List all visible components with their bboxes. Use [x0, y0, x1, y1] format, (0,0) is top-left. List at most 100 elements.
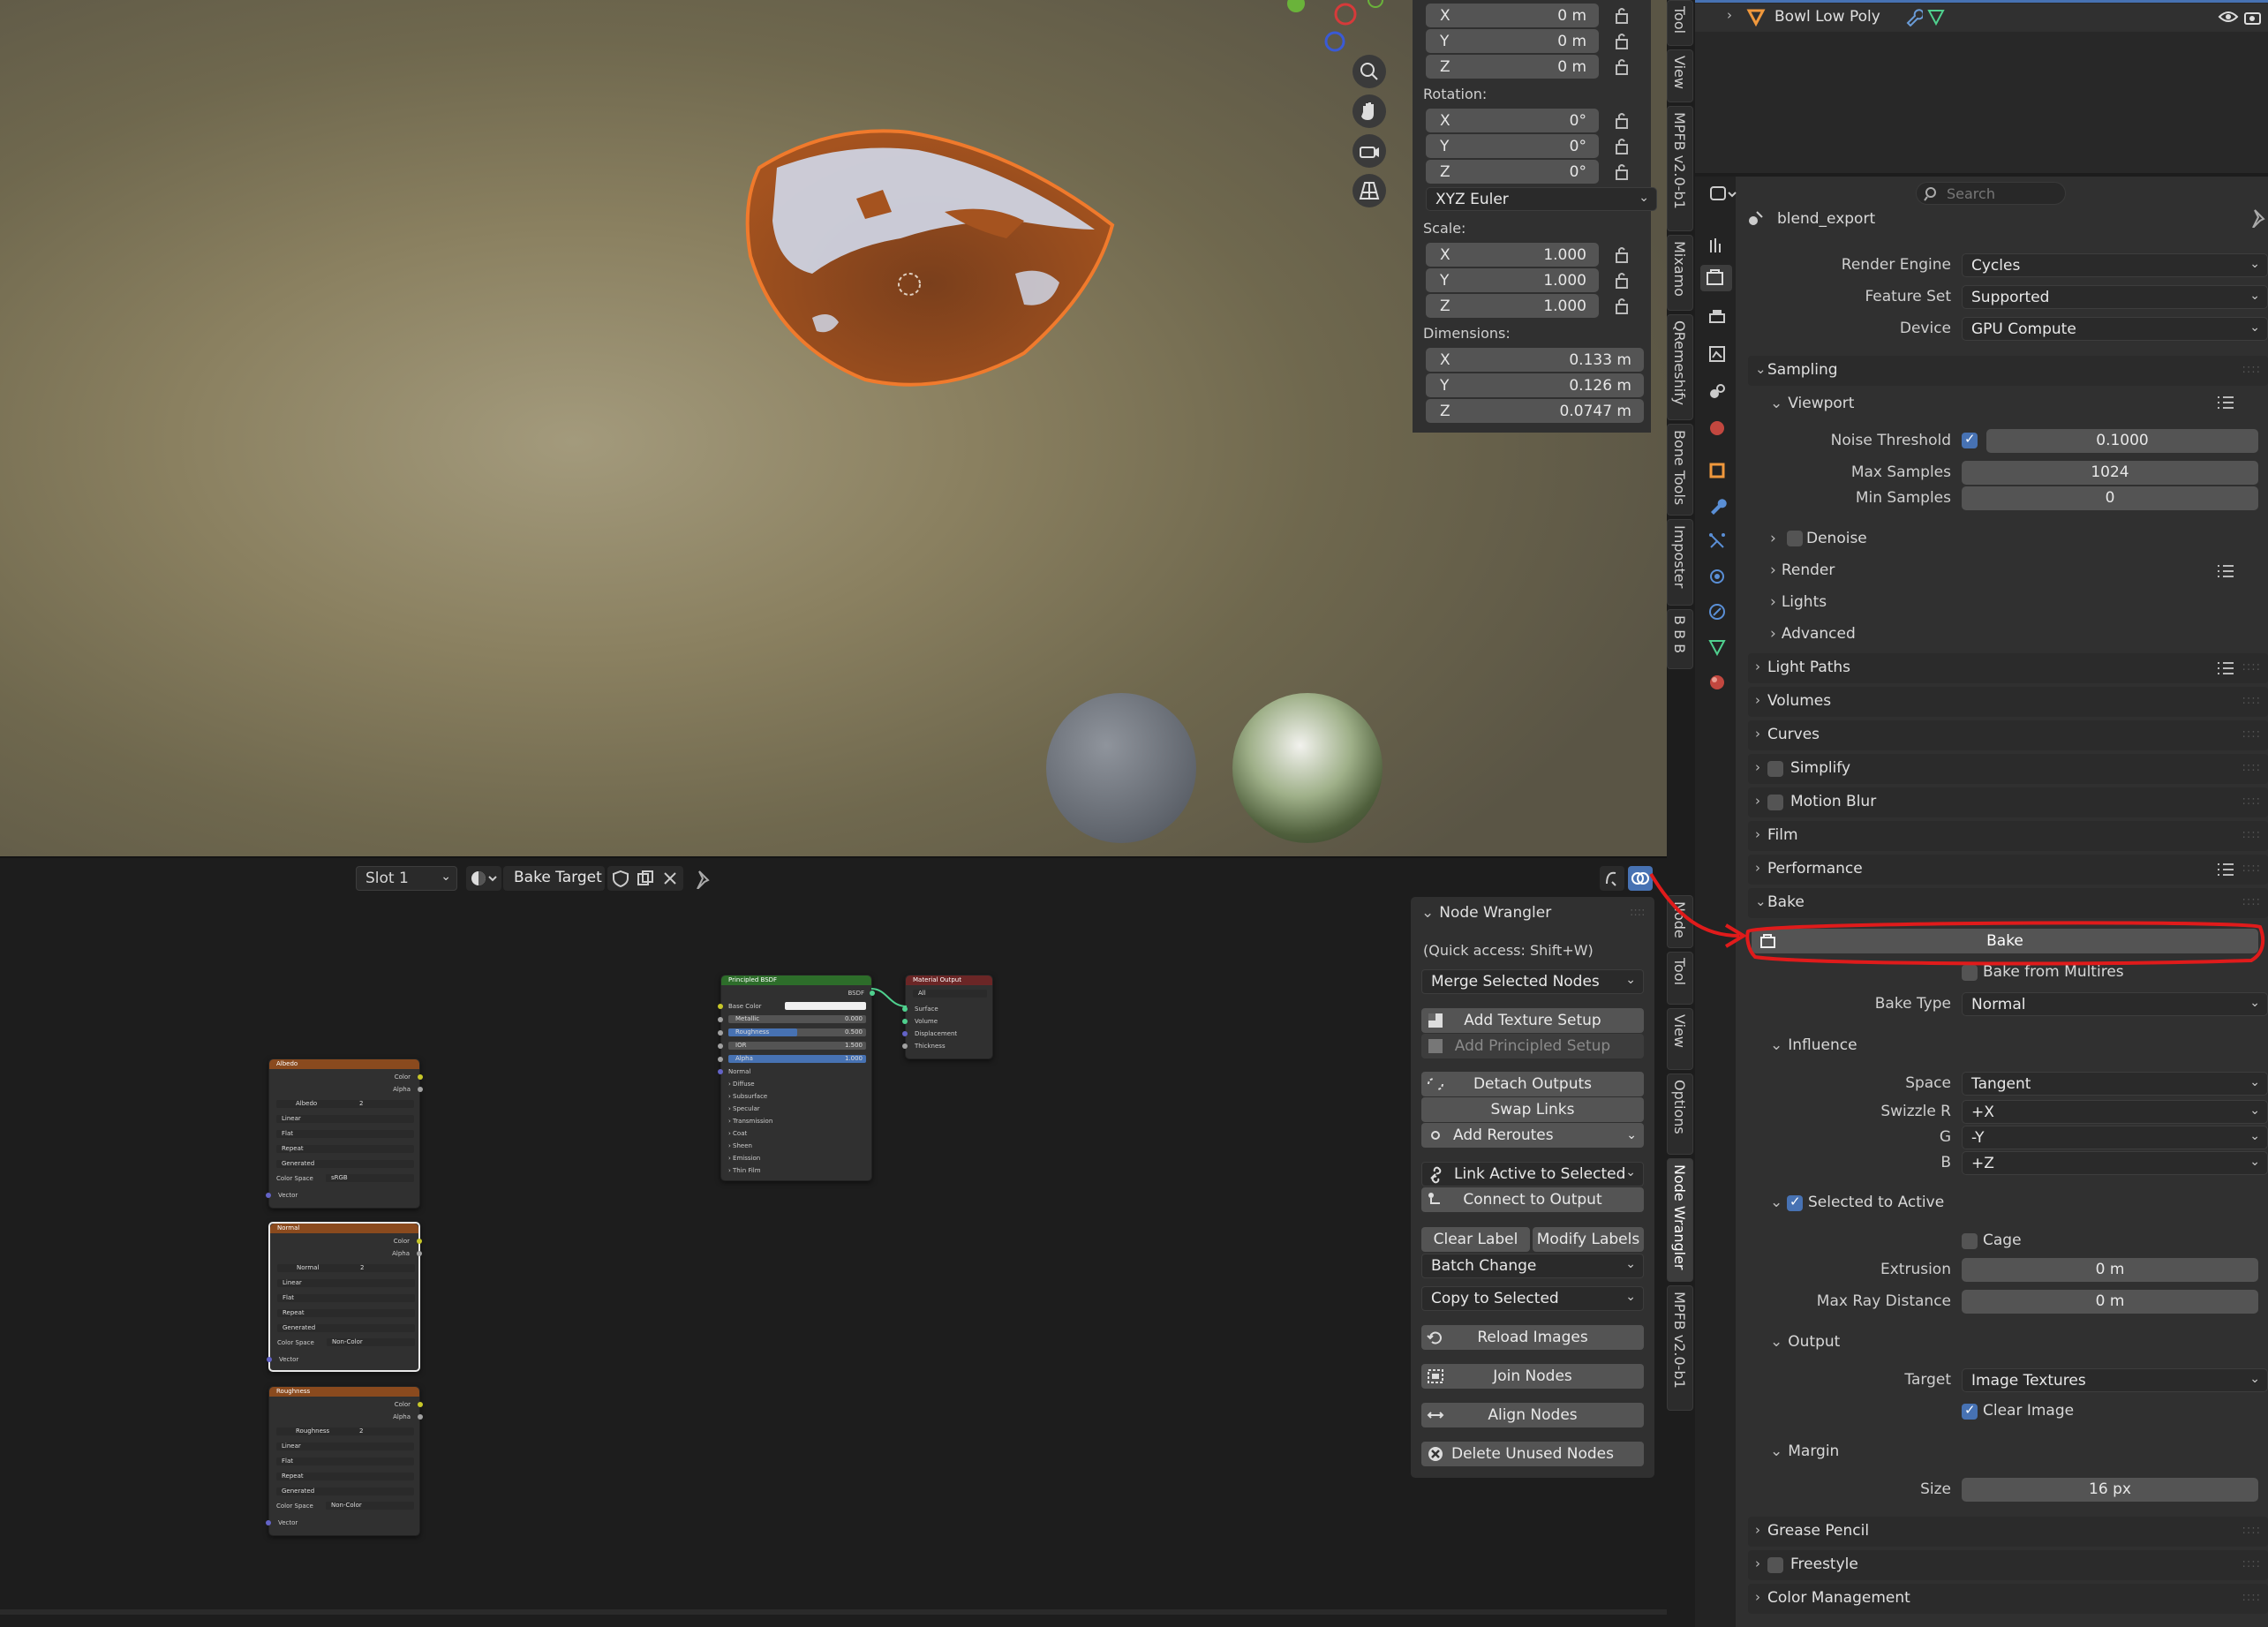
- subpanel-selected-to-active[interactable]: ⌄: [1770, 1194, 1782, 1211]
- location-x-field[interactable]: X0 m: [1426, 4, 1599, 27]
- lock-icon[interactable]: [1614, 245, 1633, 265]
- camera-render-icon[interactable]: [2242, 8, 2264, 26]
- swap-links-button[interactable]: Swap Links: [1421, 1097, 1644, 1122]
- tab-tool[interactable]: Tool: [1667, 0, 1693, 46]
- link-active-to-selected-dropdown[interactable]: Link Active to Selected ⌄: [1421, 1162, 1644, 1186]
- lock-icon[interactable]: [1614, 137, 1633, 156]
- interpolation-dropdown[interactable]: Linear: [276, 1115, 414, 1123]
- noise-threshold-field[interactable]: 0.1000: [1986, 429, 2258, 453]
- panel-motion-blur[interactable]: › Motion Blur::::: [1748, 787, 2268, 817]
- target-dropdown[interactable]: Image Textures ⌄: [1962, 1368, 2268, 1392]
- projection-dropdown[interactable]: Flat: [277, 1294, 415, 1302]
- noise-threshold-checkbox[interactable]: [1962, 431, 1978, 448]
- tab-bone-tools[interactable]: Bone Tools: [1667, 424, 1693, 516]
- socket[interactable]: [902, 1019, 908, 1024]
- dimensions-y-field[interactable]: Y 0.126 m: [1426, 373, 1644, 397]
- subpanel-advanced[interactable]: › Advanced: [1770, 625, 1856, 643]
- scale-y-field[interactable]: Y 1.000: [1426, 268, 1599, 292]
- eye-icon[interactable]: [2218, 8, 2239, 26]
- rotation-x-field[interactable]: X 0°: [1426, 109, 1599, 132]
- fake-user-shield-icon[interactable]: [611, 870, 630, 887]
- modifier-wrench-icon[interactable]: [1707, 496, 1727, 516]
- merge-selected-nodes-dropdown[interactable]: Merge Selected Nodes ⌄: [1421, 969, 1644, 994]
- subpanel-viewport[interactable]: ⌄ Viewport: [1770, 395, 1854, 412]
- color-space-dropdown[interactable]: Non-Color: [327, 1338, 415, 1346]
- clear-image-checkbox[interactable]: [1962, 1402, 1978, 1420]
- dimensions-x-field[interactable]: X 0.133 m: [1426, 348, 1644, 372]
- particles-icon[interactable]: [1707, 531, 1727, 551]
- extrusion-field[interactable]: 0 m: [1962, 1258, 2258, 1282]
- socket[interactable]: [718, 1004, 723, 1009]
- lock-icon[interactable]: [1614, 297, 1633, 316]
- panel-simplify[interactable]: › Simplify::::: [1748, 754, 2268, 784]
- camera-view-icon[interactable]: [1353, 134, 1386, 168]
- panel-film[interactable]: › Film::::: [1748, 821, 2268, 851]
- tab-mpfb[interactable]: MPFB v2.0-b1: [1667, 106, 1693, 231]
- node-wrangler-header[interactable]: ⌄ Node Wrangler: [1421, 904, 1551, 922]
- scale-z-field[interactable]: Z 1.000: [1426, 294, 1599, 318]
- max-ray-distance-field[interactable]: 0 m: [1962, 1290, 2258, 1314]
- scene-icon[interactable]: [1707, 381, 1727, 401]
- freestyle-checkbox[interactable]: [1767, 1557, 1783, 1573]
- interpolation-dropdown[interactable]: Linear: [276, 1442, 414, 1450]
- tab-node-wrangler[interactable]: Node Wrangler: [1667, 1158, 1693, 1282]
- material-icon[interactable]: [1707, 673, 1727, 692]
- tab-bbb[interactable]: B B B: [1667, 609, 1693, 669]
- projection-dropdown[interactable]: Flat: [276, 1130, 414, 1138]
- pin-icon[interactable]: [694, 870, 713, 889]
- preset-list-icon[interactable]: [2216, 395, 2235, 411]
- subpanel-transmission[interactable]: › Transmission: [728, 1118, 772, 1125]
- denoise-checkbox[interactable]: [1787, 531, 1803, 546]
- location-z-field[interactable]: Z0 m: [1426, 55, 1599, 79]
- mesh-data-icon[interactable]: [1707, 637, 1727, 657]
- socket[interactable]: [718, 1057, 723, 1062]
- material-output-node[interactable]: Material Output All Surface Volume Displ…: [902, 975, 993, 1059]
- socket[interactable]: [718, 1030, 723, 1036]
- tab-options[interactable]: Options: [1667, 1073, 1693, 1155]
- image-selector[interactable]: Roughness 2: [276, 1427, 414, 1435]
- albedo-texture-node[interactable]: Albedo Color Alpha Albedo 2 Linear Flat R…: [266, 1058, 423, 1209]
- feature-set-dropdown[interactable]: Supported ⌄: [1962, 285, 2268, 309]
- add-texture-setup-button[interactable]: Add Texture Setup: [1421, 1008, 1644, 1033]
- unlink-close-icon[interactable]: [660, 870, 680, 887]
- panel-volumes[interactable]: › Volumes::::: [1748, 687, 2268, 717]
- constraints-icon[interactable]: [1707, 602, 1727, 621]
- lock-icon[interactable]: [1614, 6, 1633, 26]
- subpanel-sheen[interactable]: › Sheen: [728, 1142, 752, 1149]
- socket[interactable]: [718, 1069, 723, 1074]
- tab-qremeshify[interactable]: QRemeshify: [1667, 314, 1693, 420]
- properties-search-input[interactable]: Search: [1916, 182, 2066, 205]
- projection-dropdown[interactable]: Flat: [276, 1458, 414, 1465]
- socket[interactable]: [902, 1031, 908, 1036]
- scale-x-field[interactable]: X 1.000: [1426, 243, 1599, 267]
- grid-perspective-icon[interactable]: [1353, 174, 1386, 207]
- add-reroutes-dropdown[interactable]: Add Reroutes ⌄: [1421, 1123, 1644, 1148]
- source-dropdown[interactable]: Generated: [276, 1488, 414, 1495]
- expand-arrow-icon[interactable]: ›: [1727, 7, 1732, 23]
- selected-to-active-checkbox[interactable]: [1787, 1194, 1803, 1211]
- roughness-slider[interactable]: Roughness 0.500: [728, 1028, 866, 1036]
- subpanel-influence[interactable]: ⌄ Influence: [1770, 1036, 1857, 1054]
- subpanel-output[interactable]: ⌄ Output: [1770, 1333, 1840, 1351]
- base-color-swatch[interactable]: [785, 1002, 866, 1010]
- tab-imposter[interactable]: Imposter: [1667, 519, 1693, 606]
- pin-icon[interactable]: [2249, 208, 2267, 228]
- pan-hand-icon[interactable]: [1353, 94, 1386, 128]
- rotation-y-field[interactable]: Y 0°: [1426, 134, 1599, 158]
- object-icon[interactable]: [1707, 461, 1727, 480]
- tab-view[interactable]: View: [1667, 1008, 1693, 1070]
- material-browse-icon[interactable]: [466, 866, 501, 891]
- subpanel-render[interactable]: › Render: [1770, 561, 1835, 579]
- simplify-checkbox[interactable]: [1767, 761, 1783, 777]
- metallic-slider[interactable]: Metallic 0.000: [728, 1015, 866, 1023]
- normal-texture-node[interactable]: Normal Color Alpha Normal 2 Linear Flat R…: [267, 1222, 422, 1372]
- rotation-mode-dropdown[interactable]: XYZ Euler ⌄: [1426, 187, 1657, 211]
- world-icon[interactable]: [1707, 418, 1727, 438]
- color-space-dropdown[interactable]: sRGB: [326, 1174, 414, 1182]
- subpanel-margin[interactable]: ⌄ Margin: [1770, 1442, 1839, 1460]
- motion-blur-checkbox[interactable]: [1767, 795, 1783, 810]
- outliner-row-bowl[interactable]: › Bowl Low Poly: [1695, 4, 2268, 32]
- socket[interactable]: [266, 1193, 271, 1198]
- socket[interactable]: [418, 1074, 423, 1080]
- color-space-dropdown[interactable]: Non-Color: [326, 1502, 414, 1510]
